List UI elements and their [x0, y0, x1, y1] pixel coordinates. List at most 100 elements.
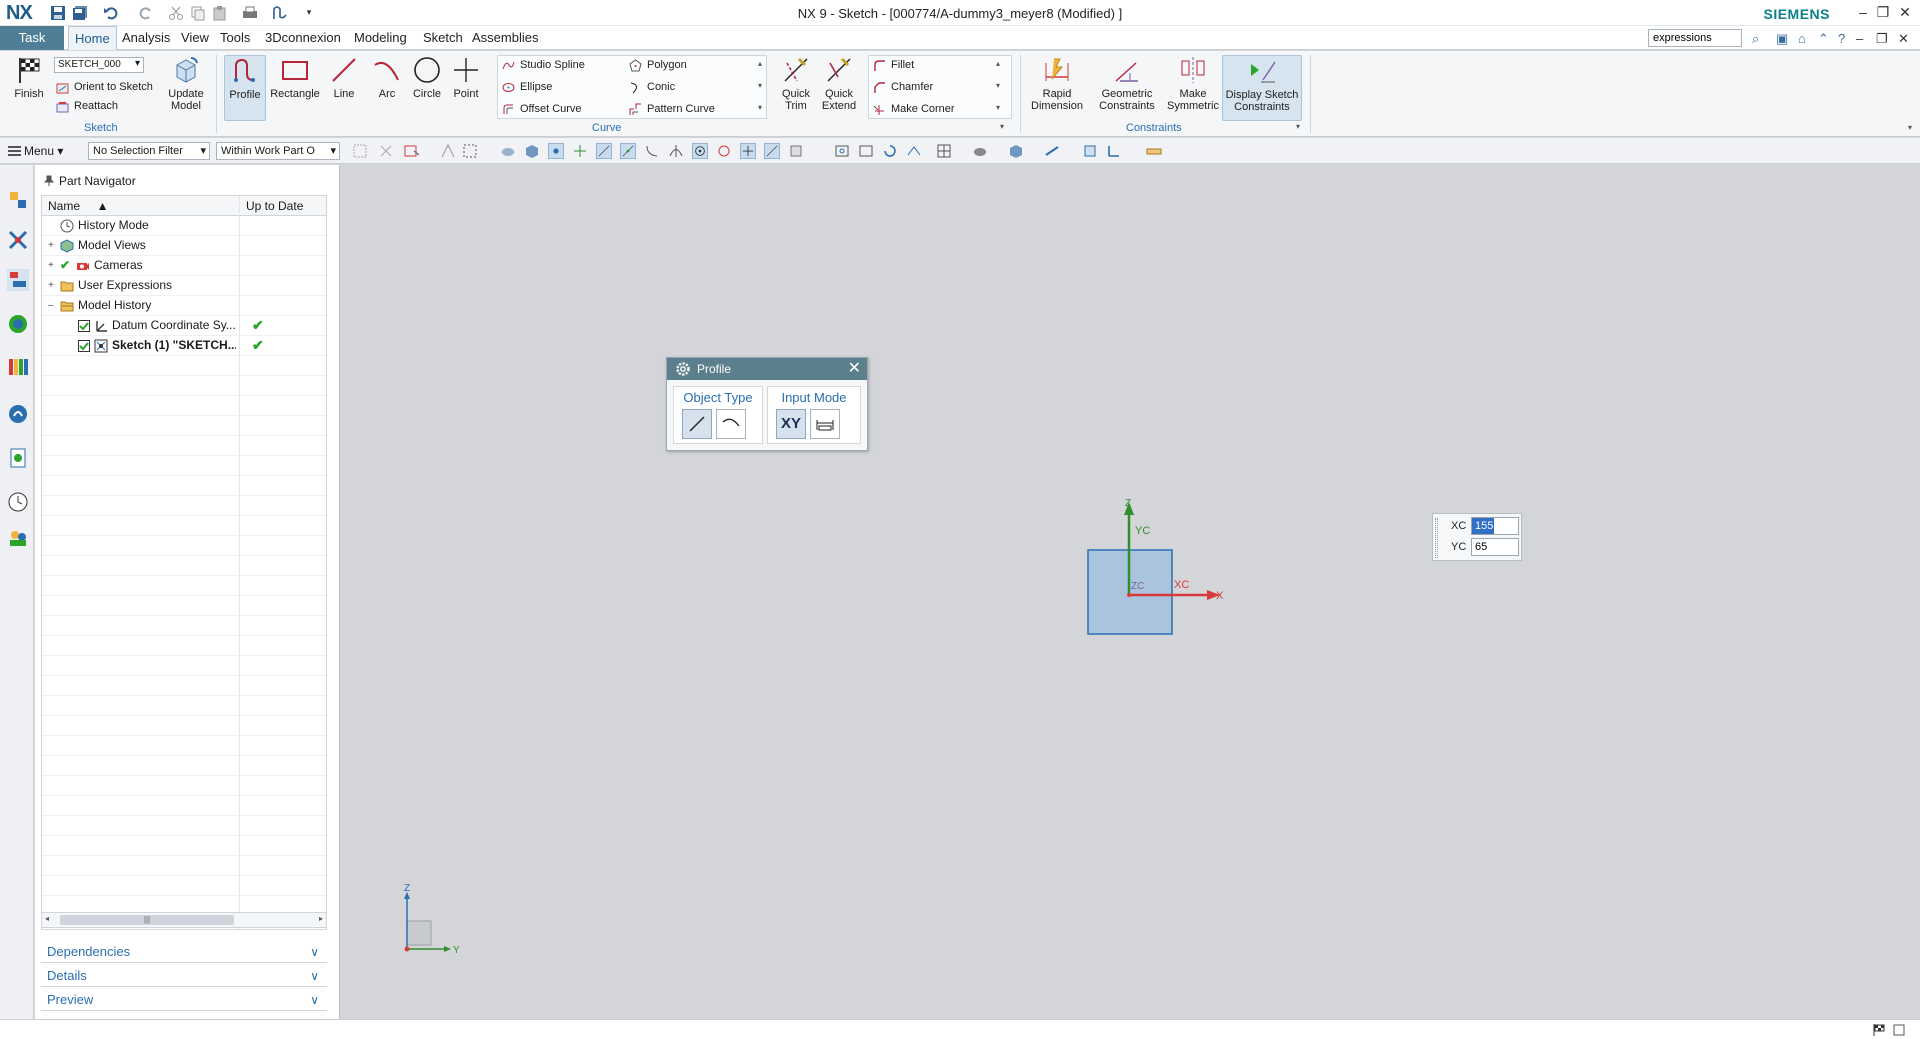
rectangle-button[interactable]: Rectangle: [268, 55, 322, 100]
ribbon-options-dropdown-icon[interactable]: ▾: [1908, 123, 1912, 132]
rectangle-select-icon[interactable]: [462, 143, 478, 159]
quadrant-snap-icon[interactable]: [716, 143, 732, 159]
point-button[interactable]: Point: [450, 55, 482, 100]
restore-button[interactable]: ❐: [1874, 4, 1892, 21]
sketch-name-select[interactable]: SKETCH_000 ▾: [54, 57, 144, 73]
minimize-button[interactable]: –: [1854, 4, 1872, 20]
tab-tools[interactable]: Tools: [214, 26, 256, 50]
reattach-button[interactable]: Reattach: [54, 97, 118, 115]
hd3d-tools-icon[interactable]: [7, 355, 29, 377]
tab-analysis[interactable]: Analysis: [116, 26, 176, 50]
wcs-icon[interactable]: [1106, 143, 1122, 159]
parameter-mode-button[interactable]: [810, 409, 840, 439]
general-selection-icon[interactable]: [352, 143, 368, 159]
expand-icon[interactable]: +: [48, 276, 54, 295]
help-icon[interactable]: ?: [1838, 31, 1845, 46]
checkbox-checked-icon[interactable]: [78, 340, 90, 352]
gallery-scroll-up-icon[interactable]: ▴: [758, 59, 762, 68]
reuse-library-icon[interactable]: [7, 313, 29, 335]
column-name-header[interactable]: Name ▲: [48, 199, 109, 213]
chevron-up-icon[interactable]: ⌃: [1818, 31, 1829, 47]
restore-doc-button[interactable]: ❐: [1876, 31, 1888, 47]
point-on-surface-snap-icon[interactable]: [788, 143, 804, 159]
minimize-doc-button[interactable]: –: [1856, 31, 1863, 46]
history-palette-icon[interactable]: [7, 447, 29, 469]
ellipse-button[interactable]: Ellipse: [500, 78, 552, 96]
intersection-snap-icon[interactable]: [668, 143, 684, 159]
tree-row-model-views[interactable]: + Model Views: [42, 236, 326, 256]
pattern-curve-button[interactable]: Pattern Curve: [627, 100, 715, 118]
snap-point-icon[interactable]: [572, 143, 588, 159]
existing-point-snap-icon[interactable]: [740, 143, 756, 159]
endpoint-snap-icon[interactable]: [596, 143, 612, 159]
tab-view[interactable]: View: [175, 26, 215, 50]
finish-button[interactable]: Finish: [8, 55, 50, 100]
clock-icon[interactable]: [7, 491, 29, 513]
make-corner-button[interactable]: Make Corner: [871, 100, 955, 118]
profile-dialog-header[interactable]: Profile ✕: [667, 358, 867, 380]
xc-input[interactable]: [1471, 517, 1519, 535]
shaded-view-icon[interactable]: [1008, 143, 1024, 159]
line-button[interactable]: Line: [328, 55, 360, 100]
selection-filter-select[interactable]: No Selection Filter ▾: [88, 142, 210, 160]
deselect-icon[interactable]: [378, 143, 394, 159]
preview-panel-header[interactable]: Preview ∨: [41, 989, 327, 1011]
quick-trim-button[interactable]: Quick Trim: [776, 55, 816, 112]
gallery-scroll-down-icon[interactable]: ▾: [758, 81, 762, 90]
expand-icon[interactable]: +: [48, 236, 54, 255]
tab-assemblies[interactable]: Assemblies: [466, 26, 544, 50]
search-icon[interactable]: ⌕: [1752, 31, 1759, 47]
rotate-icon[interactable]: [882, 143, 898, 159]
rendering-style-icon[interactable]: [972, 143, 988, 159]
checkbox-checked-icon[interactable]: [78, 320, 90, 332]
offset-curve-button[interactable]: Offset Curve: [500, 100, 582, 118]
details-panel-header[interactable]: Details ∨: [41, 965, 327, 987]
update-model-button[interactable]: Update Model: [162, 55, 210, 112]
arc-center-snap-icon[interactable]: [692, 143, 708, 159]
point-on-curve-snap-icon[interactable]: [764, 143, 780, 159]
orient-to-sketch-button[interactable]: Orient to Sketch: [54, 78, 153, 96]
edit-section-icon[interactable]: [1044, 143, 1060, 159]
scroll-right-icon[interactable]: ▸: [319, 914, 323, 923]
quick-extend-button[interactable]: Quick Extend: [818, 55, 860, 112]
orient-view-icon[interactable]: [906, 143, 922, 159]
constraints-group-dropdown-icon[interactable]: ▾: [1296, 122, 1300, 131]
yc-input[interactable]: [1471, 538, 1519, 556]
navigator-horizontal-scrollbar[interactable]: ◂ ||| ▸: [41, 912, 327, 928]
graphics-window[interactable]: Z YC ZC XC X Z Y: [341, 165, 1920, 1019]
profile-button[interactable]: Profile: [224, 55, 266, 121]
curve-rule-icon[interactable]: [548, 143, 564, 159]
polygon-button[interactable]: Polygon: [627, 56, 687, 74]
column-uptodate-header[interactable]: Up to Date: [246, 199, 303, 213]
curve-group-dropdown-icon[interactable]: ▾: [1000, 122, 1004, 131]
tab-3dconnexion[interactable]: 3Dconnexion: [259, 26, 347, 50]
tab-modeling[interactable]: Modeling: [348, 26, 413, 50]
rapid-dimension-button[interactable]: Rapid Dimension: [1026, 55, 1088, 112]
tree-row-model-history[interactable]: – Model History: [42, 296, 326, 316]
pin-icon[interactable]: [43, 175, 55, 187]
scrollbar-thumb[interactable]: |||: [60, 915, 234, 925]
collapse-icon[interactable]: –: [48, 296, 54, 315]
zoom-icon[interactable]: [858, 143, 874, 159]
tree-row-sketch[interactable]: Sketch (1) "SKETCH... ✔: [42, 336, 326, 356]
close-doc-button[interactable]: ✕: [1898, 31, 1909, 47]
fullscreen-icon[interactable]: [1892, 1023, 1906, 1037]
selection-scope-select[interactable]: Within Work Part O ▾: [216, 142, 340, 160]
tree-row-cameras[interactable]: + ✔ Cameras: [42, 256, 326, 276]
ribbon-options-icon[interactable]: ▣: [1776, 31, 1788, 47]
roles-icon[interactable]: [7, 527, 29, 549]
display-sketch-constraints-button[interactable]: Display Sketch Constraints: [1222, 55, 1302, 121]
dependencies-panel-header[interactable]: Dependencies ∨: [41, 941, 327, 963]
arc-object-type-button[interactable]: [716, 409, 746, 439]
web-browser-icon[interactable]: [7, 403, 29, 425]
close-icon[interactable]: ✕: [848, 358, 861, 380]
tab-home[interactable]: Home: [68, 26, 117, 50]
finish-flag-icon[interactable]: [1872, 1023, 1886, 1037]
conic-button[interactable]: Conic: [627, 78, 675, 96]
circle-button[interactable]: Circle: [410, 55, 444, 100]
fit-view-icon[interactable]: [834, 143, 850, 159]
menu-button[interactable]: Menu ▾: [6, 142, 63, 160]
midpoint-snap-icon[interactable]: [620, 143, 636, 159]
tab-task[interactable]: Task: [0, 26, 64, 50]
fillet-button[interactable]: Fillet: [871, 56, 914, 74]
